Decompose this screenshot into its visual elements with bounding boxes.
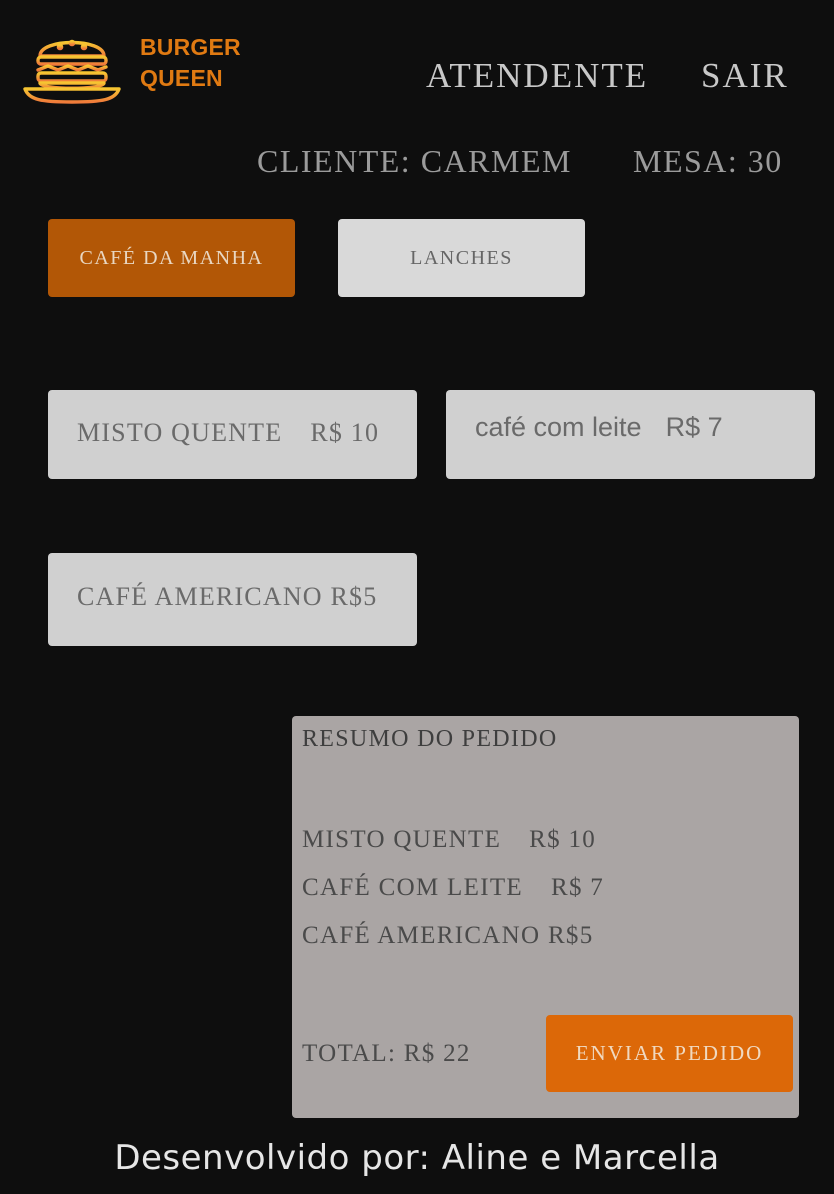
brand-line-burger: BURGER xyxy=(140,34,241,60)
nav-exit-link[interactable]: SAIR xyxy=(701,56,789,96)
menu-item-name: CAFÉ AMERICANO xyxy=(77,582,323,611)
menu-item-price: R$ 7 xyxy=(665,412,723,442)
summary-line-item: MISTO QUENTE R$ 10 xyxy=(302,826,596,854)
summary-item-name: CAFÉ COM LEITE xyxy=(302,874,523,901)
menu-item-cafe-com-leite[interactable]: café com leite R$ 7 xyxy=(446,390,815,479)
menu-item-misto-quente[interactable]: MISTO QUENTE R$ 10 xyxy=(48,390,417,479)
menu-item-price: R$ 10 xyxy=(310,418,380,447)
brand-line-queen: QUEEN xyxy=(140,65,223,91)
order-total: TOTAL: R$ 22 xyxy=(302,1040,471,1067)
menu-item-name: café com leite xyxy=(475,412,642,442)
footer-credits: Desenvolvido por: Aline e Marcella xyxy=(114,1138,720,1178)
menu-item-price: R$5 xyxy=(330,582,378,611)
summary-item-name: CAFÉ AMERICANO xyxy=(302,922,541,949)
table-number-label: MESA: 30 xyxy=(633,143,783,179)
menu-item-name: MISTO QUENTE xyxy=(77,418,283,447)
tab-breakfast[interactable]: CAFÉ DA MANHA xyxy=(48,219,295,297)
tab-snacks[interactable]: LANCHES xyxy=(338,219,585,297)
summary-item-price: R$ 7 xyxy=(550,874,605,901)
nav-attendant-link[interactable]: ATENDENTE xyxy=(426,56,648,96)
brand-name: BURGER QUEEN xyxy=(140,32,241,94)
burger-logo-icon xyxy=(22,30,122,106)
client-name-label: CLIENTE: CARMEM xyxy=(257,143,572,179)
summary-title: RESUMO DO PEDIDO xyxy=(302,726,558,752)
summary-line-item: CAFÉ AMERICANO R$5 xyxy=(302,922,594,950)
menu-item-cafe-americano[interactable]: CAFÉ AMERICANO R$5 xyxy=(48,553,417,646)
order-summary-panel: RESUMO DO PEDIDO MISTO QUENTE R$ 10 CAFÉ … xyxy=(292,716,799,1118)
summary-item-price: R$5 xyxy=(547,922,594,949)
summary-item-name: MISTO QUENTE xyxy=(302,826,502,853)
send-order-button[interactable]: ENVIAR PEDIDO xyxy=(546,1015,793,1092)
summary-item-price: R$ 10 xyxy=(529,826,597,853)
summary-line-item: CAFÉ COM LEITE R$ 7 xyxy=(302,874,604,902)
